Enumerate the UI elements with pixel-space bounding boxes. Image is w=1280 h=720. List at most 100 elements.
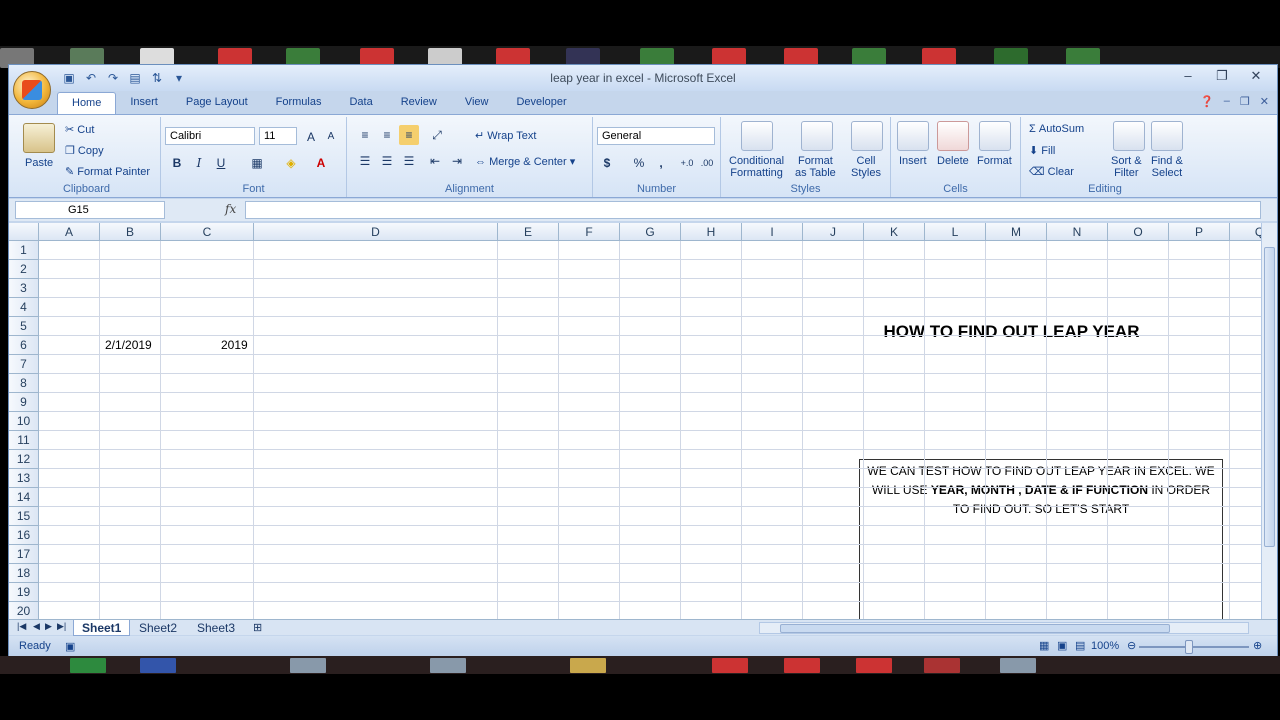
first-sheet-icon[interactable]: |◀ (17, 621, 26, 632)
sheet-tab-1[interactable]: Sheet1 (73, 620, 131, 636)
close-button[interactable]: ✕ (1241, 67, 1271, 85)
row-header-5[interactable]: 5 (9, 317, 39, 336)
page-layout-view-icon[interactable]: ▣ (1057, 639, 1067, 652)
zoom-slider-knob[interactable] (1185, 640, 1193, 654)
sheet-tab-2[interactable]: Sheet2 (131, 620, 185, 636)
shrink-font-icon[interactable]: A (321, 127, 341, 147)
tab-developer[interactable]: Developer (502, 92, 580, 114)
decrease-indent-icon[interactable]: ⇤ (425, 151, 445, 171)
horizontal-scrollbar[interactable] (759, 622, 1249, 634)
next-sheet-icon[interactable]: ▶ (45, 621, 52, 632)
column-header-j[interactable]: J (803, 223, 864, 241)
macro-record-icon[interactable]: ▣ (65, 640, 75, 653)
column-header-b[interactable]: B (100, 223, 161, 241)
increase-indent-icon[interactable]: ⇥ (447, 151, 467, 171)
zoom-slider[interactable] (1139, 646, 1249, 648)
percent-button[interactable]: % (629, 153, 649, 173)
align-bottom-icon[interactable]: ≡ (399, 125, 419, 145)
column-header-l[interactable]: L (925, 223, 986, 241)
row-header-10[interactable]: 10 (9, 412, 39, 431)
find-select-button[interactable]: Find & Select (1151, 155, 1183, 179)
format-painter-button[interactable]: ✎ Format Painter (65, 165, 150, 178)
fx-button[interactable]: fx (225, 202, 236, 216)
column-header-p[interactable]: P (1169, 223, 1230, 241)
column-header-m[interactable]: M (986, 223, 1047, 241)
column-header-d[interactable]: D (254, 223, 498, 241)
row-header-2[interactable]: 2 (9, 260, 39, 279)
row-header-17[interactable]: 17 (9, 545, 39, 564)
vertical-scroll-thumb[interactable] (1264, 247, 1275, 547)
column-header-n[interactable]: N (1047, 223, 1108, 241)
sheet-tab-3[interactable]: Sheet3 (189, 620, 243, 636)
fill-color-icon[interactable]: ◈ (281, 153, 301, 173)
tab-view[interactable]: View (451, 92, 503, 114)
cell-styles-button[interactable]: Cell Styles (851, 155, 881, 179)
worksheet-grid[interactable]: ABCDEFGHIJKLMNOPQ 1 2 3 4 5 6 7 8 9 10 11 12 13 14 15 1… (9, 223, 1263, 619)
zoom-in-icon[interactable]: ⊕ (1253, 639, 1262, 652)
autosum-button[interactable]: Σ AutoSum (1029, 123, 1084, 135)
maximize-button[interactable]: ❐ (1207, 67, 1237, 85)
align-top-icon[interactable]: ≡ (355, 125, 375, 145)
row-header-6[interactable]: 6 (9, 336, 39, 355)
merge-center-button[interactable]: ⇔ Merge & Center ▾ (475, 155, 575, 168)
ribbon-minimize-icon[interactable]: – (1224, 95, 1230, 108)
column-header-h[interactable]: H (681, 223, 742, 241)
zoom-out-icon[interactable]: ⊖ (1127, 639, 1136, 652)
row-header-18[interactable]: 18 (9, 564, 39, 583)
minimize-button[interactable]: – (1173, 67, 1203, 85)
format-as-table-button[interactable]: Format as Table (795, 155, 836, 179)
row-header-11[interactable]: 11 (9, 431, 39, 450)
tab-formulas[interactable]: Formulas (262, 92, 336, 114)
column-header-q[interactable]: Q (1230, 223, 1263, 241)
tab-review[interactable]: Review (387, 92, 451, 114)
row-header-14[interactable]: 14 (9, 488, 39, 507)
decrease-decimal-icon[interactable]: .00 (697, 153, 717, 173)
font-size-select[interactable]: 11 (259, 127, 297, 145)
row-header-9[interactable]: 9 (9, 393, 39, 412)
number-format-select[interactable]: General (597, 127, 715, 145)
last-sheet-icon[interactable]: ▶| (57, 621, 66, 632)
column-header-c[interactable]: C (161, 223, 254, 241)
cut-button[interactable]: ✂ Cut (65, 123, 94, 136)
wrap-text-button[interactable]: ↵ Wrap Text (475, 129, 536, 142)
row-header-19[interactable]: 19 (9, 583, 39, 602)
sort-filter-button[interactable]: Sort & Filter (1111, 155, 1142, 179)
align-left-icon[interactable]: ☰ (355, 151, 375, 171)
column-header-e[interactable]: E (498, 223, 559, 241)
tab-home[interactable]: Home (57, 92, 117, 114)
column-header-k[interactable]: K (864, 223, 925, 241)
underline-button[interactable]: U (211, 153, 231, 173)
cell-c3[interactable]: 2019 (221, 336, 248, 355)
horizontal-scroll-thumb[interactable] (780, 624, 1170, 633)
increase-decimal-icon[interactable]: +.0 (677, 153, 697, 173)
column-header-g[interactable]: G (620, 223, 681, 241)
align-middle-icon[interactable]: ≡ (377, 125, 397, 145)
tab-insert[interactable]: Insert (116, 92, 172, 114)
row-header-3[interactable]: 3 (9, 279, 39, 298)
row-header-8[interactable]: 8 (9, 374, 39, 393)
italic-button[interactable]: I (189, 153, 209, 173)
row-header-15[interactable]: 15 (9, 507, 39, 526)
formula-input[interactable] (245, 201, 1261, 219)
select-all-corner[interactable] (9, 223, 39, 241)
column-header-a[interactable]: A (39, 223, 100, 241)
row-header-13[interactable]: 13 (9, 469, 39, 488)
comma-button[interactable]: , (651, 153, 671, 173)
name-box[interactable]: G15 (15, 201, 165, 219)
orientation-icon[interactable]: ⤢ (427, 125, 447, 145)
insert-sheet-icon[interactable]: ⊞ (253, 621, 262, 634)
row-header-16[interactable]: 16 (9, 526, 39, 545)
page-break-view-icon[interactable]: ▤ (1075, 639, 1085, 652)
format-button[interactable]: Format (977, 155, 1012, 167)
copy-button[interactable]: ❐ Copy (65, 144, 104, 157)
office-button[interactable] (13, 71, 51, 109)
borders-icon[interactable]: ▦ (247, 153, 267, 173)
tab-data[interactable]: Data (335, 92, 386, 114)
prev-sheet-icon[interactable]: ◀ (33, 621, 40, 632)
column-header-o[interactable]: O (1108, 223, 1169, 241)
font-name-select[interactable]: Calibri (165, 127, 255, 145)
bold-button[interactable]: B (167, 153, 187, 173)
currency-button[interactable]: $ (597, 153, 617, 173)
align-right-icon[interactable]: ☰ (399, 151, 419, 171)
clear-button[interactable]: ⌫ Clear (1029, 165, 1074, 178)
